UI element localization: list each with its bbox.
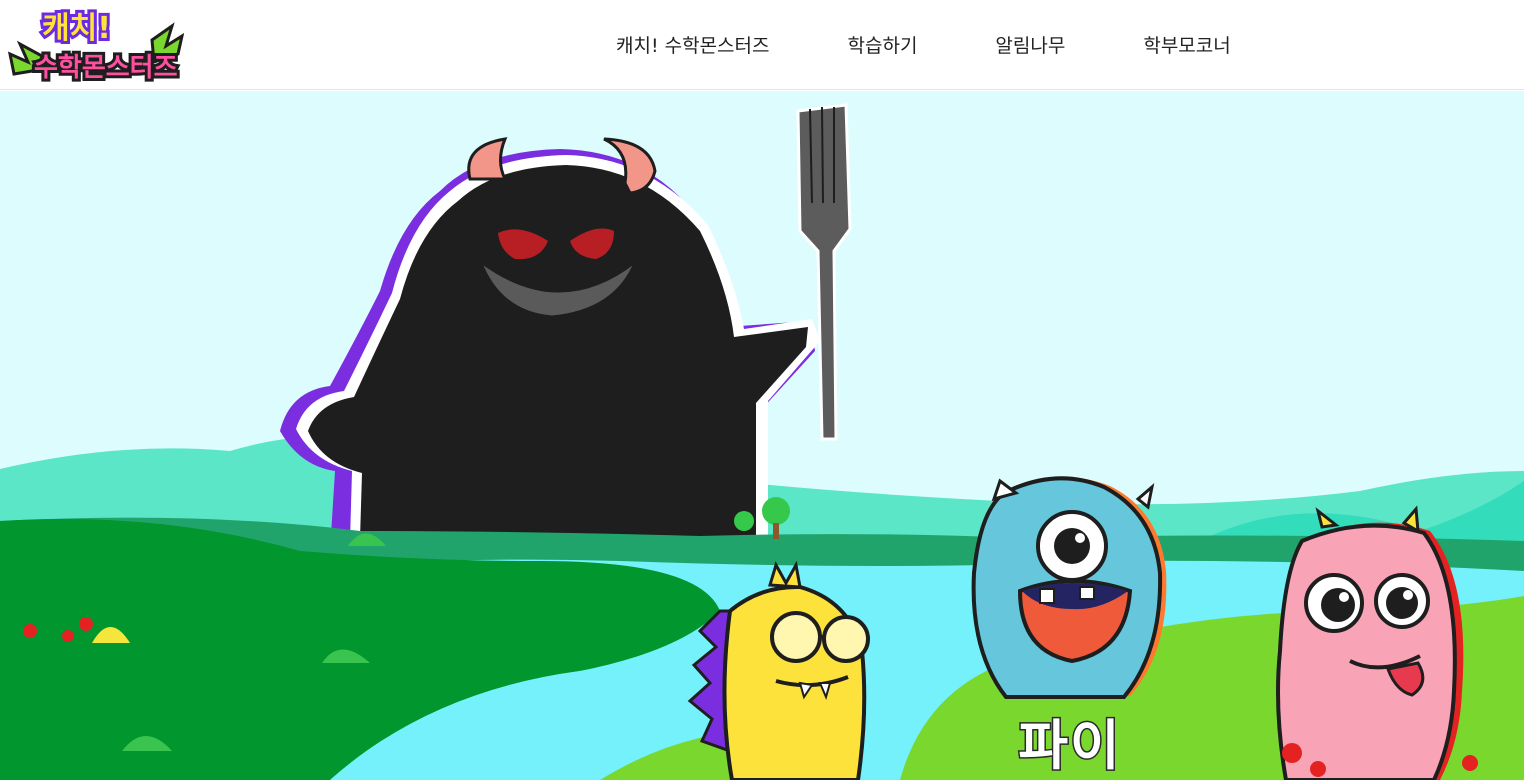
nav-item-learning[interactable]: 학습하기 [848,31,918,58]
main-nav: 캐치! 수학몬스터즈 학습하기 알림나무 학부모코너 [580,0,1231,88]
logo-line2: 수학몬스터즈 [34,53,178,83]
hero-banner: 파이 [0,91,1524,780]
pink-monster-tongue-out [1276,505,1464,780]
hero-character-caption: 파이 [1017,714,1122,777]
nav-item-parents-corner[interactable]: 학부모코너 [1143,31,1230,58]
logo-line1: 캐치! [42,11,111,46]
blue-one-eyed-monster [971,476,1167,699]
nav-item-catch-math-monsters[interactable]: 캐치! 수학몬스터즈 [616,31,770,58]
hero-illustration [0,91,1524,780]
flower [23,624,37,638]
site-logo[interactable]: 캐치! 수학몬스터즈 [7,4,185,86]
nav-item-notice-tree[interactable]: 알림나무 [995,31,1065,58]
site-header: 캐치! 수학몬스터즈 캐치! 수학몬스터즈 학습하기 알림나무 학부모코너 [0,0,1524,90]
logo-icon: 캐치! 수학몬스터즈 [7,8,185,86]
